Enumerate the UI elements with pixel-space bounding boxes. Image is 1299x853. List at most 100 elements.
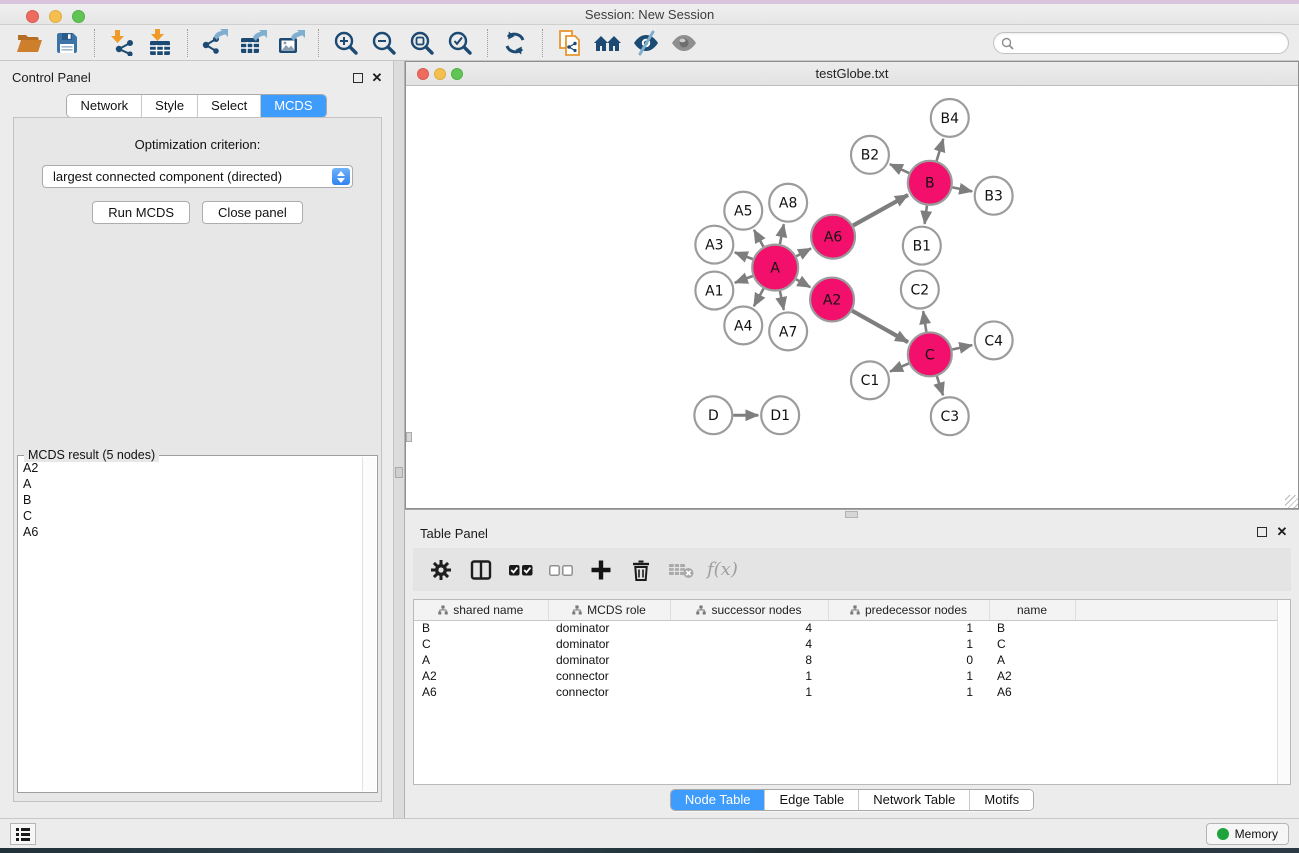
table-row[interactable]: A6connector11A6 — [414, 684, 1290, 700]
table-cell[interactable]: dominator — [548, 620, 670, 636]
hide-graphics-details-button[interactable] — [627, 27, 665, 59]
column-header-empty[interactable] — [1075, 600, 1290, 620]
graph-edge-A-A2[interactable] — [796, 279, 810, 287]
graph-node-C[interactable]: C — [908, 332, 952, 376]
table-cell[interactable]: A6 — [989, 684, 1075, 700]
show-columns-button[interactable] — [463, 553, 499, 587]
tab-network[interactable]: Network — [67, 95, 141, 117]
table-cell[interactable]: 4 — [670, 620, 828, 636]
table-cell[interactable]: 1 — [670, 684, 828, 700]
graph-node-C3[interactable]: C3 — [931, 397, 969, 435]
vertical-splitter[interactable] — [393, 61, 405, 818]
graph-node-A5[interactable]: A5 — [724, 192, 762, 230]
graph-node-A2[interactable]: A2 — [810, 278, 854, 322]
table-cell[interactable]: dominator — [548, 636, 670, 652]
graph-node-A[interactable]: A — [752, 245, 798, 291]
close-table-panel-button[interactable]: ✕ — [1275, 525, 1289, 539]
mcds-result-list[interactable]: A2ABCA6 — [20, 460, 361, 790]
table-row[interactable]: Adominator80A — [414, 652, 1290, 668]
graph-node-A3[interactable]: A3 — [695, 226, 733, 264]
graph-node-D[interactable]: D — [694, 396, 732, 434]
graph-edge-A-A3[interactable] — [735, 252, 753, 259]
graph-node-B3[interactable]: B3 — [975, 177, 1013, 215]
graph-node-B4[interactable]: B4 — [931, 99, 969, 137]
table-cell[interactable]: A6 — [414, 684, 548, 700]
graph-edge-A-A1[interactable] — [735, 276, 753, 283]
tab-network-table[interactable]: Network Table — [858, 790, 969, 810]
table-row[interactable]: Cdominator41C — [414, 636, 1290, 652]
search-input[interactable] — [1018, 34, 1288, 52]
graph-node-A6[interactable]: A6 — [811, 215, 855, 259]
table-cell[interactable]: C — [989, 636, 1075, 652]
column-header-successor-nodes[interactable]: successor nodes — [670, 600, 828, 620]
table-cell[interactable]: B — [989, 620, 1075, 636]
graph-edge-B-B4[interactable] — [937, 139, 944, 161]
table-cell[interactable]: 8 — [670, 652, 828, 668]
graph-node-A8[interactable]: A8 — [769, 184, 807, 222]
table-cell[interactable]: 1 — [670, 668, 828, 684]
run-mcds-button[interactable]: Run MCDS — [92, 201, 190, 224]
graph-edge-C-C4[interactable] — [952, 345, 972, 349]
zoom-fit-button[interactable] — [403, 27, 441, 59]
table-row[interactable]: A2connector11A2 — [414, 668, 1290, 684]
tab-edge-table[interactable]: Edge Table — [764, 790, 858, 810]
float-panel-button[interactable] — [351, 71, 365, 85]
table-cell[interactable]: A — [414, 652, 548, 668]
import-table-button[interactable] — [141, 27, 179, 59]
zoom-out-button[interactable] — [365, 27, 403, 59]
table-cell[interactable]: B — [414, 620, 548, 636]
graph-edge-A2-C[interactable] — [852, 311, 908, 342]
graph-node-D1[interactable]: D1 — [761, 396, 799, 434]
tab-style[interactable]: Style — [141, 95, 197, 117]
graph-node-A4[interactable]: A4 — [724, 306, 762, 344]
tab-mcds[interactable]: MCDS — [260, 95, 325, 117]
table-cell[interactable]: 1 — [828, 620, 989, 636]
graph-edge-B-B2[interactable] — [890, 164, 909, 173]
result-scrollbar[interactable] — [362, 457, 376, 791]
export-table-button[interactable] — [234, 27, 272, 59]
float-table-panel-button[interactable] — [1255, 525, 1269, 539]
show-graphics-details-button[interactable] — [665, 27, 703, 59]
table-cell[interactable]: 0 — [828, 652, 989, 668]
table-cell[interactable]: 1 — [828, 636, 989, 652]
column-header-MCDS-role[interactable]: MCDS role — [548, 600, 670, 620]
table-row[interactable]: Bdominator41B — [414, 620, 1290, 636]
network-overview-button[interactable] — [589, 27, 627, 59]
graph-node-B1[interactable]: B1 — [903, 227, 941, 265]
export-network-button[interactable] — [196, 27, 234, 59]
graph-edge-B-B3[interactable] — [952, 187, 972, 191]
zoom-in-button[interactable] — [327, 27, 365, 59]
deselect-all-button[interactable] — [543, 553, 579, 587]
table-cell[interactable]: connector — [548, 684, 670, 700]
table-cell[interactable]: A2 — [989, 668, 1075, 684]
delete-table-button[interactable] — [663, 553, 699, 587]
table-cell[interactable]: 1 — [828, 684, 989, 700]
network-canvas[interactable]: A5A8A3A6AA1A4A7A2B2B4BB3B1C2CC4C1C3DD1 — [406, 86, 1298, 508]
close-panel-button[interactable]: ✕ — [370, 71, 384, 85]
tab-select[interactable]: Select — [197, 95, 260, 117]
column-header-shared-name[interactable]: shared name — [414, 600, 548, 620]
import-network-button[interactable] — [103, 27, 141, 59]
graph-node-A1[interactable]: A1 — [695, 272, 733, 310]
export-image-button[interactable] — [272, 27, 310, 59]
close-panel-action-button[interactable]: Close panel — [202, 201, 303, 224]
criterion-dropdown[interactable]: largest connected component (directed) — [42, 165, 353, 188]
refresh-button[interactable] — [496, 27, 534, 59]
add-column-button[interactable] — [583, 553, 619, 587]
horizontal-splitter[interactable] — [405, 509, 1299, 519]
graph-edge-C-C3[interactable] — [937, 376, 943, 395]
graph-node-C4[interactable]: C4 — [975, 321, 1013, 359]
graph-node-B[interactable]: B — [908, 161, 952, 205]
task-history-button[interactable] — [10, 823, 36, 845]
column-header-name[interactable]: name — [989, 600, 1075, 620]
tab-node-table[interactable]: Node Table — [671, 790, 765, 810]
graph-edge-A-A5[interactable] — [754, 230, 763, 247]
graph-edge-A-A8[interactable] — [780, 224, 784, 244]
graph-node-C2[interactable]: C2 — [901, 271, 939, 309]
search-field[interactable] — [993, 32, 1289, 54]
tab-motifs[interactable]: Motifs — [969, 790, 1033, 810]
duplicate-network-button[interactable] — [551, 27, 589, 59]
function-builder-button[interactable]: f(x) — [707, 559, 738, 580]
table-cell[interactable]: A2 — [414, 668, 548, 684]
table-cell[interactable]: 1 — [828, 668, 989, 684]
